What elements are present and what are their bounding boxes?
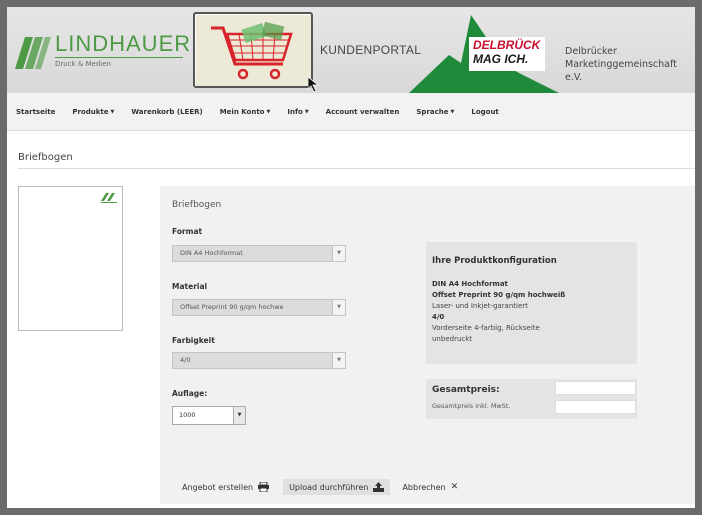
nav-item-produkte[interactable]: Produkte ▼ (72, 108, 114, 116)
cart-button[interactable] (193, 12, 313, 88)
site-header: LINDHAUER Druck & Medien KUNDENPORTAL DE… (7, 7, 695, 93)
summary-material-note: Laser- und Inkjet-garantiert (432, 302, 528, 310)
total-price-field (555, 381, 636, 395)
nav-item-sprache[interactable]: Sprache ▼ (416, 108, 454, 116)
caret-down-icon: ▼ (110, 108, 115, 115)
create-offer-button[interactable]: Angebot erstellen (176, 479, 275, 495)
material-select[interactable]: Offset Preprint 90 g/qm hochwe ▼ (172, 299, 346, 316)
brand-name: LINDHAUER (55, 31, 192, 56)
summary-material: Offset Preprint 90 g/qm hochweiß (432, 291, 566, 299)
cancel-button[interactable]: Abbrechen ✕ (396, 479, 464, 495)
total-price-label: Gesamtpreis: (432, 385, 500, 395)
summary-farbigkeit-note-1: Vorderseite 4-farbig, Rückseite (432, 324, 540, 332)
upload-icon (373, 482, 385, 492)
format-select[interactable]: DIN A4 Hochformat ▼ (172, 245, 346, 262)
thumbnail-logo-icon (101, 193, 115, 201)
nav-item-warenkorb[interactable]: Warenkorb (LEER) (131, 108, 202, 116)
page-title: Briefbogen (18, 152, 73, 163)
price-box: Gesamtpreis: Gesamtpreis inkl. MwSt. (426, 379, 637, 419)
product-thumbnail[interactable] (18, 186, 123, 331)
brand-underline (55, 57, 183, 58)
caret-down-icon: ▼ (450, 108, 455, 115)
chevron-down-icon: ▼ (332, 300, 345, 315)
chevron-down-icon: ▼ (332, 353, 345, 368)
thumbnail-rule (101, 202, 117, 203)
main-nav: Startseite Produkte ▼ Warenkorb (LEER) Me… (7, 93, 695, 131)
product-configuration-summary: Ihre Produktkonfiguration DIN A4 Hochfor… (426, 242, 637, 364)
partner-logo-line2: MAG ICH. (473, 52, 529, 66)
nav-item-startseite[interactable]: Startseite (16, 108, 55, 116)
summary-format: DIN A4 Hochformat (432, 280, 508, 288)
partner-name-line1: Delbrücker (565, 46, 617, 57)
chevron-down-icon: ▼ (233, 407, 245, 424)
panel-title: Briefbogen (172, 200, 222, 210)
brand-subtitle: Druck & Medien (55, 60, 111, 68)
cancel-label: Abbrechen (402, 482, 446, 492)
create-offer-label: Angebot erstellen (182, 482, 254, 492)
divider (18, 168, 695, 169)
farbigkeit-select[interactable]: 4/0 ▼ (172, 352, 346, 369)
partner-name: Delbrücker Marketinggemeinschaft e.V. (565, 45, 695, 84)
portal-label: KUNDENPORTAL (320, 43, 422, 57)
material-select-value: Offset Preprint 90 g/qm hochwe (180, 303, 284, 311)
auflage-label: Auflage: (172, 389, 208, 398)
lindhauer-logo-icon (15, 37, 51, 69)
chevron-down-icon: ▼ (332, 246, 345, 261)
printer-icon (258, 482, 270, 492)
format-select-value: DIN A4 Hochformat (180, 249, 243, 257)
nav-item-mein-konto[interactable]: Mein Konto ▼ (220, 108, 271, 116)
mouse-cursor-icon (308, 77, 320, 93)
nav-item-logout[interactable]: Logout (471, 108, 498, 116)
upload-label: Upload durchführen (289, 482, 369, 492)
caret-down-icon: ▼ (304, 108, 309, 115)
total-price-incl-vat-label: Gesamtpreis inkl. MwSt. (432, 402, 511, 410)
action-bar: Angebot erstellen Upload durchführen Abb… (176, 479, 464, 495)
close-icon: ✕ (450, 482, 459, 492)
summary-farbigkeit: 4/0 (432, 313, 445, 321)
partner-logo-line1: DELBRÜCK (473, 38, 541, 52)
total-price-incl-vat-field (555, 400, 636, 414)
shopping-cart-icon (211, 21, 293, 80)
auflage-select-value: 1000 (179, 411, 196, 419)
format-label: Format (172, 227, 203, 236)
partner-name-line2: Marketinggemeinschaft e.V. (565, 59, 677, 83)
summary-farbigkeit-note-2: unbedruckt (432, 335, 473, 343)
nav-item-info[interactable]: Info ▼ (287, 108, 308, 116)
farbigkeit-label: Farbigkeit (172, 336, 215, 345)
farbigkeit-select-value: 4/0 (180, 356, 191, 364)
auflage-select[interactable]: 1000 ▼ (172, 406, 246, 425)
material-label: Material (172, 282, 208, 291)
summary-title: Ihre Produktkonfiguration (432, 256, 557, 266)
caret-down-icon: ▼ (266, 108, 271, 115)
configurator-panel: Briefbogen Format DIN A4 Hochformat ▼ Ma… (160, 186, 695, 504)
upload-button[interactable]: Upload durchführen (283, 479, 391, 495)
nav-item-account-verwalten[interactable]: Account verwalten (326, 108, 400, 116)
